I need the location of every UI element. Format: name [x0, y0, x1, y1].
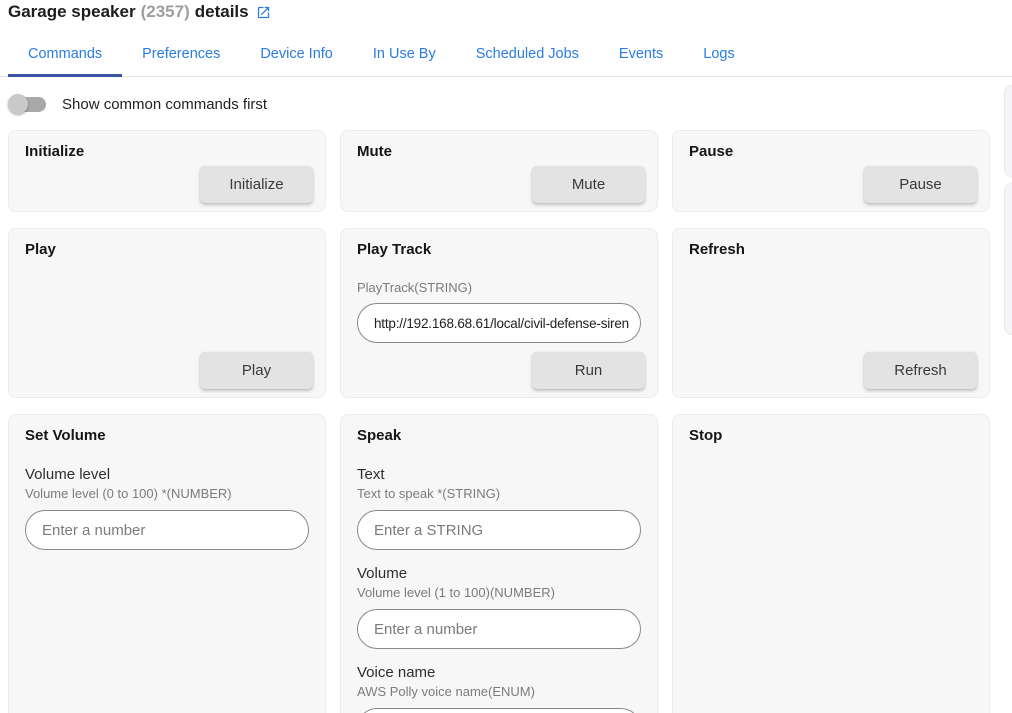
voice-name-select[interactable]: Click to set	[357, 708, 641, 713]
tab-preferences[interactable]: Preferences	[122, 33, 240, 76]
field-label: Volume level	[25, 466, 309, 484]
toggle-thumb	[8, 94, 28, 114]
field-volume: Volume Volume level (1 to 100)(NUMBER)	[357, 565, 641, 649]
run-button[interactable]: Run	[532, 352, 645, 389]
initialize-button[interactable]: Initialize	[200, 166, 313, 203]
field-label: Volume	[357, 565, 641, 583]
tab-scheduled-jobs[interactable]: Scheduled Jobs	[456, 33, 599, 76]
toggle-label: Show common commands first	[62, 96, 267, 113]
toggle-row: Show common commands first	[8, 93, 267, 115]
card-title: Stop	[689, 427, 973, 445]
active-tab-indicator	[8, 74, 122, 77]
tab-logs[interactable]: Logs	[683, 33, 754, 76]
command-card-refresh: Refresh Refresh	[672, 228, 990, 398]
card-title: Mute	[357, 143, 641, 161]
field-hint: PlayTrack(STRING)	[357, 280, 641, 295]
field-label: Text	[357, 466, 641, 484]
command-card-mute: Mute Mute	[340, 130, 658, 212]
field-hint: Volume level (1 to 100)(NUMBER)	[357, 585, 641, 600]
speak-volume-input[interactable]	[357, 609, 641, 649]
field-voice-name: Voice name AWS Polly voice name(ENUM) Cl…	[357, 664, 641, 713]
page-title: Garage speaker (2357) details	[8, 1, 271, 23]
clipped-card-fragment	[1004, 183, 1012, 335]
command-card-speak: Speak Text Text to speak *(STRING) Volum…	[340, 414, 658, 713]
tab-label: Preferences	[142, 46, 220, 62]
field-label: Voice name	[357, 664, 641, 682]
tab-label: Device Info	[260, 46, 333, 62]
mute-button[interactable]: Mute	[532, 166, 645, 203]
field-hint: Volume level (0 to 100) *(NUMBER)	[25, 486, 309, 501]
device-details-page: Garage speaker (2357) details Commands P…	[0, 0, 1012, 713]
field-hint: AWS Polly voice name(ENUM)	[357, 684, 641, 699]
command-card-initialize: Initialize Initialize	[8, 130, 326, 212]
card-title: Pause	[689, 143, 973, 161]
card-title: Set Volume	[25, 427, 309, 445]
device-id: (2357)	[141, 1, 190, 23]
card-title: Speak	[357, 427, 641, 445]
clipped-card-fragment	[1004, 85, 1012, 177]
tab-in-use-by[interactable]: In Use By	[353, 33, 456, 76]
playtrack-input[interactable]	[357, 303, 641, 343]
tab-label: Events	[619, 46, 663, 62]
show-common-commands-toggle[interactable]	[8, 94, 48, 114]
command-card-play-track: Play Track PlayTrack(STRING) Run	[340, 228, 658, 398]
tab-label: Scheduled Jobs	[476, 46, 579, 62]
field-volume-level: Volume level Volume level (0 to 100) *(N…	[25, 466, 309, 550]
details-label: details	[195, 1, 249, 23]
tab-label: Logs	[703, 46, 734, 62]
pause-button[interactable]: Pause	[864, 166, 977, 203]
command-card-pause: Pause Pause	[672, 130, 990, 212]
device-name: Garage speaker	[8, 1, 136, 23]
commands-grid: Initialize Initialize Mute Mute Pause Pa…	[8, 130, 990, 713]
card-title: Play Track	[357, 241, 641, 259]
command-card-stop: Stop	[672, 414, 990, 713]
play-button[interactable]: Play	[200, 352, 313, 389]
field-text: Text Text to speak *(STRING)	[357, 466, 641, 550]
open-in-new-icon[interactable]	[256, 5, 271, 20]
field-hint: Text to speak *(STRING)	[357, 486, 641, 501]
tab-device-info[interactable]: Device Info	[240, 33, 353, 76]
tab-label: Commands	[28, 46, 102, 62]
command-card-set-volume: Set Volume Volume level Volume level (0 …	[8, 414, 326, 713]
command-card-play: Play Play	[8, 228, 326, 398]
tab-label: In Use By	[373, 46, 436, 62]
card-title: Play	[25, 241, 309, 259]
speak-text-input[interactable]	[357, 510, 641, 550]
tab-bar: Commands Preferences Device Info In Use …	[0, 33, 1012, 77]
tab-events[interactable]: Events	[599, 33, 683, 76]
tab-commands[interactable]: Commands	[8, 33, 122, 76]
volume-level-input[interactable]	[25, 510, 309, 550]
card-title: Initialize	[25, 143, 309, 161]
card-title: Refresh	[689, 241, 973, 259]
refresh-button[interactable]: Refresh	[864, 352, 977, 389]
